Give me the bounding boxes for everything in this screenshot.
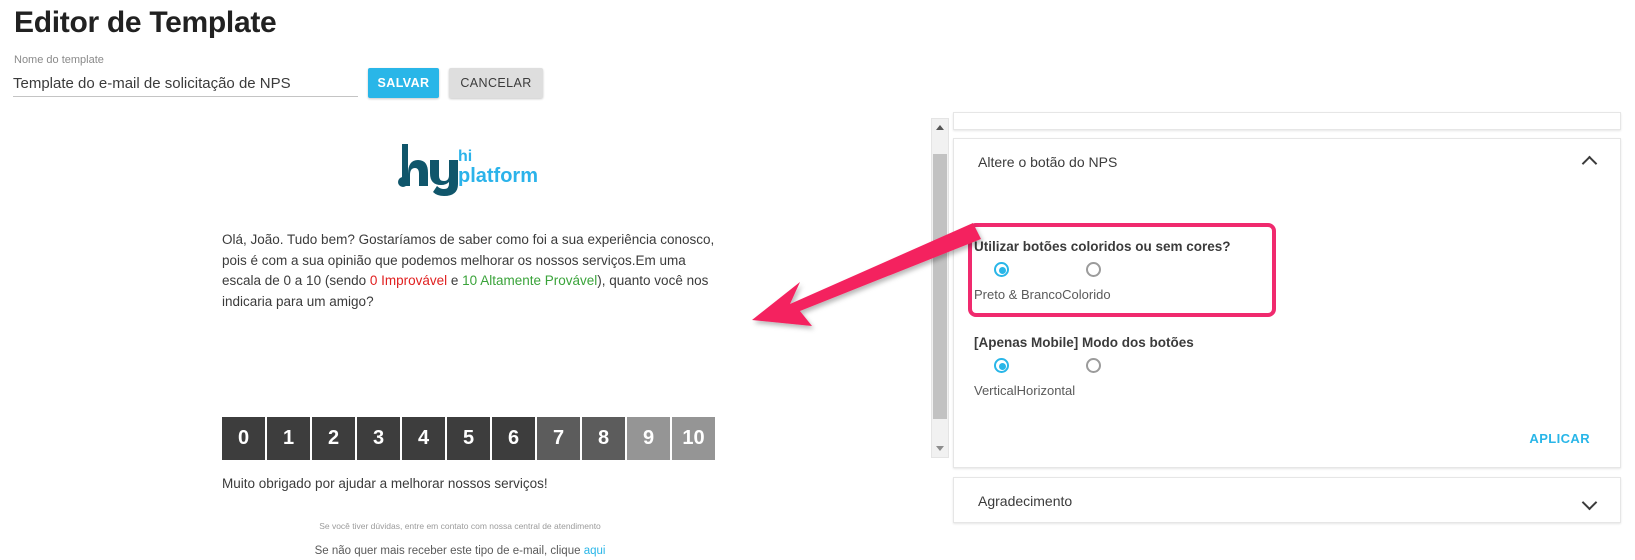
nps-high-label: 10 Altamente Provável — [462, 273, 598, 289]
thanks-text: Muito obrigado por ajudar a melhorar nos… — [222, 476, 548, 491]
cancel-button[interactable]: CANCELAR — [449, 68, 543, 98]
nps-button-label: 7 — [552, 427, 565, 449]
nps-low-label: 0 Improvável — [369, 273, 448, 289]
chevron-up-icon — [1584, 156, 1596, 168]
nps-button-label: 2 — [327, 427, 340, 449]
nps-button-7[interactable]: 7 — [537, 417, 580, 460]
footer-unsubscribe: Se não quer mais receber este tipo de e-… — [0, 545, 920, 557]
color-option-radios — [974, 262, 1231, 277]
accordion-section-above[interactable] — [953, 112, 1621, 130]
nps-button-label: 8 — [597, 427, 610, 449]
label-horizontal: Horizontal — [1016, 383, 1076, 398]
scroll-up-icon[interactable] — [932, 119, 948, 136]
hi-platform-logo: hi platform — [396, 140, 556, 202]
nps-button-label: 1 — [282, 427, 295, 449]
template-name-label: Nome do template — [14, 54, 104, 66]
label-colorido: Colorido — [1062, 287, 1111, 302]
nps-button-label: 6 — [507, 427, 520, 449]
mobile-mode-option-labels: VerticalHorizontal — [974, 383, 1194, 398]
color-option-label: Utilizar botões coloridos ou sem cores? — [974, 239, 1231, 254]
chevron-down-icon — [1584, 495, 1596, 507]
radio-horizontal[interactable] — [1086, 358, 1101, 373]
accordion-nps-title: Altere o botão do NPS — [978, 154, 1118, 170]
accordion-thanks-header[interactable]: Agradecimento — [954, 478, 1620, 524]
scrollbar-thumb[interactable] — [933, 154, 947, 419]
template-name-input[interactable] — [13, 70, 358, 97]
nps-button-8[interactable]: 8 — [582, 417, 625, 460]
nps-button-0[interactable]: 0 — [222, 417, 265, 460]
nps-question-text: Olá, João. Tudo bem? Gostaríamos de sabe… — [222, 230, 722, 313]
nps-button-label: 9 — [642, 427, 655, 449]
radio-vertical[interactable] — [994, 358, 1009, 373]
panel-scrollbar[interactable] — [931, 118, 949, 458]
footer-unsubscribe-text: Se não quer mais receber este tipo de e-… — [314, 545, 584, 557]
nps-button-label: 3 — [372, 427, 385, 449]
settings-panel: Altere o botão do NPS Utilizar botões co… — [953, 112, 1621, 523]
accordion-thanks-title: Agradecimento — [978, 493, 1073, 509]
nps-button-6[interactable]: 6 — [492, 417, 535, 460]
logo-platform-text: platform — [458, 165, 538, 188]
nps-button-4[interactable]: 4 — [402, 417, 445, 460]
nps-button-label: 4 — [417, 427, 430, 449]
mobile-mode-group: [Apenas Mobile] Modo dos botões Vertical… — [974, 335, 1194, 398]
mobile-mode-radios — [974, 358, 1194, 373]
nps-button-label: 5 — [462, 427, 475, 449]
color-option-labels: Preto & BrancoColorido — [974, 287, 1231, 302]
save-button[interactable]: SALVAR — [368, 68, 439, 98]
radio-preto-branco[interactable] — [994, 262, 1009, 277]
nps-question-part2: e — [447, 273, 463, 289]
logo-wordmark: hi platform — [458, 148, 538, 188]
nps-score-buttons: 0 1 2 3 4 5 6 7 8 9 10 — [222, 417, 715, 460]
nps-button-1[interactable]: 1 — [267, 417, 310, 460]
accordion-nps-header[interactable]: Altere o botão do NPS — [954, 139, 1620, 185]
apply-button[interactable]: APLICAR — [1523, 430, 1596, 447]
scroll-down-icon[interactable] — [932, 440, 948, 457]
label-vertical: Vertical — [974, 383, 1017, 398]
label-preto-branco: Preto & Branco — [974, 287, 1063, 302]
email-preview: hi platform Olá, João. Tudo bem? Gostarí… — [0, 118, 920, 558]
nps-button-3[interactable]: 3 — [357, 417, 400, 460]
mobile-mode-label: [Apenas Mobile] Modo dos botões — [974, 335, 1194, 350]
color-option-group: Utilizar botões coloridos ou sem cores? … — [974, 239, 1231, 302]
nps-button-label: 0 — [237, 427, 250, 449]
logo-hi-text: hi — [458, 148, 473, 165]
nps-button-10[interactable]: 10 — [672, 417, 715, 460]
nps-button-label: 10 — [682, 427, 705, 449]
nps-button-2[interactable]: 2 — [312, 417, 355, 460]
page-title: Editor de Template — [14, 6, 277, 39]
accordion-nps-section: Altere o botão do NPS Utilizar botões co… — [953, 138, 1621, 468]
unsubscribe-link[interactable]: aqui — [584, 545, 606, 557]
nps-button-5[interactable]: 5 — [447, 417, 490, 460]
footer-support-text: Se você tiver dúvidas, entre em contato … — [319, 521, 601, 531]
accordion-thanks-section[interactable]: Agradecimento — [953, 477, 1621, 523]
radio-colorido[interactable] — [1086, 262, 1101, 277]
nps-button-9[interactable]: 9 — [627, 417, 670, 460]
hi-platform-mark — [398, 144, 458, 196]
